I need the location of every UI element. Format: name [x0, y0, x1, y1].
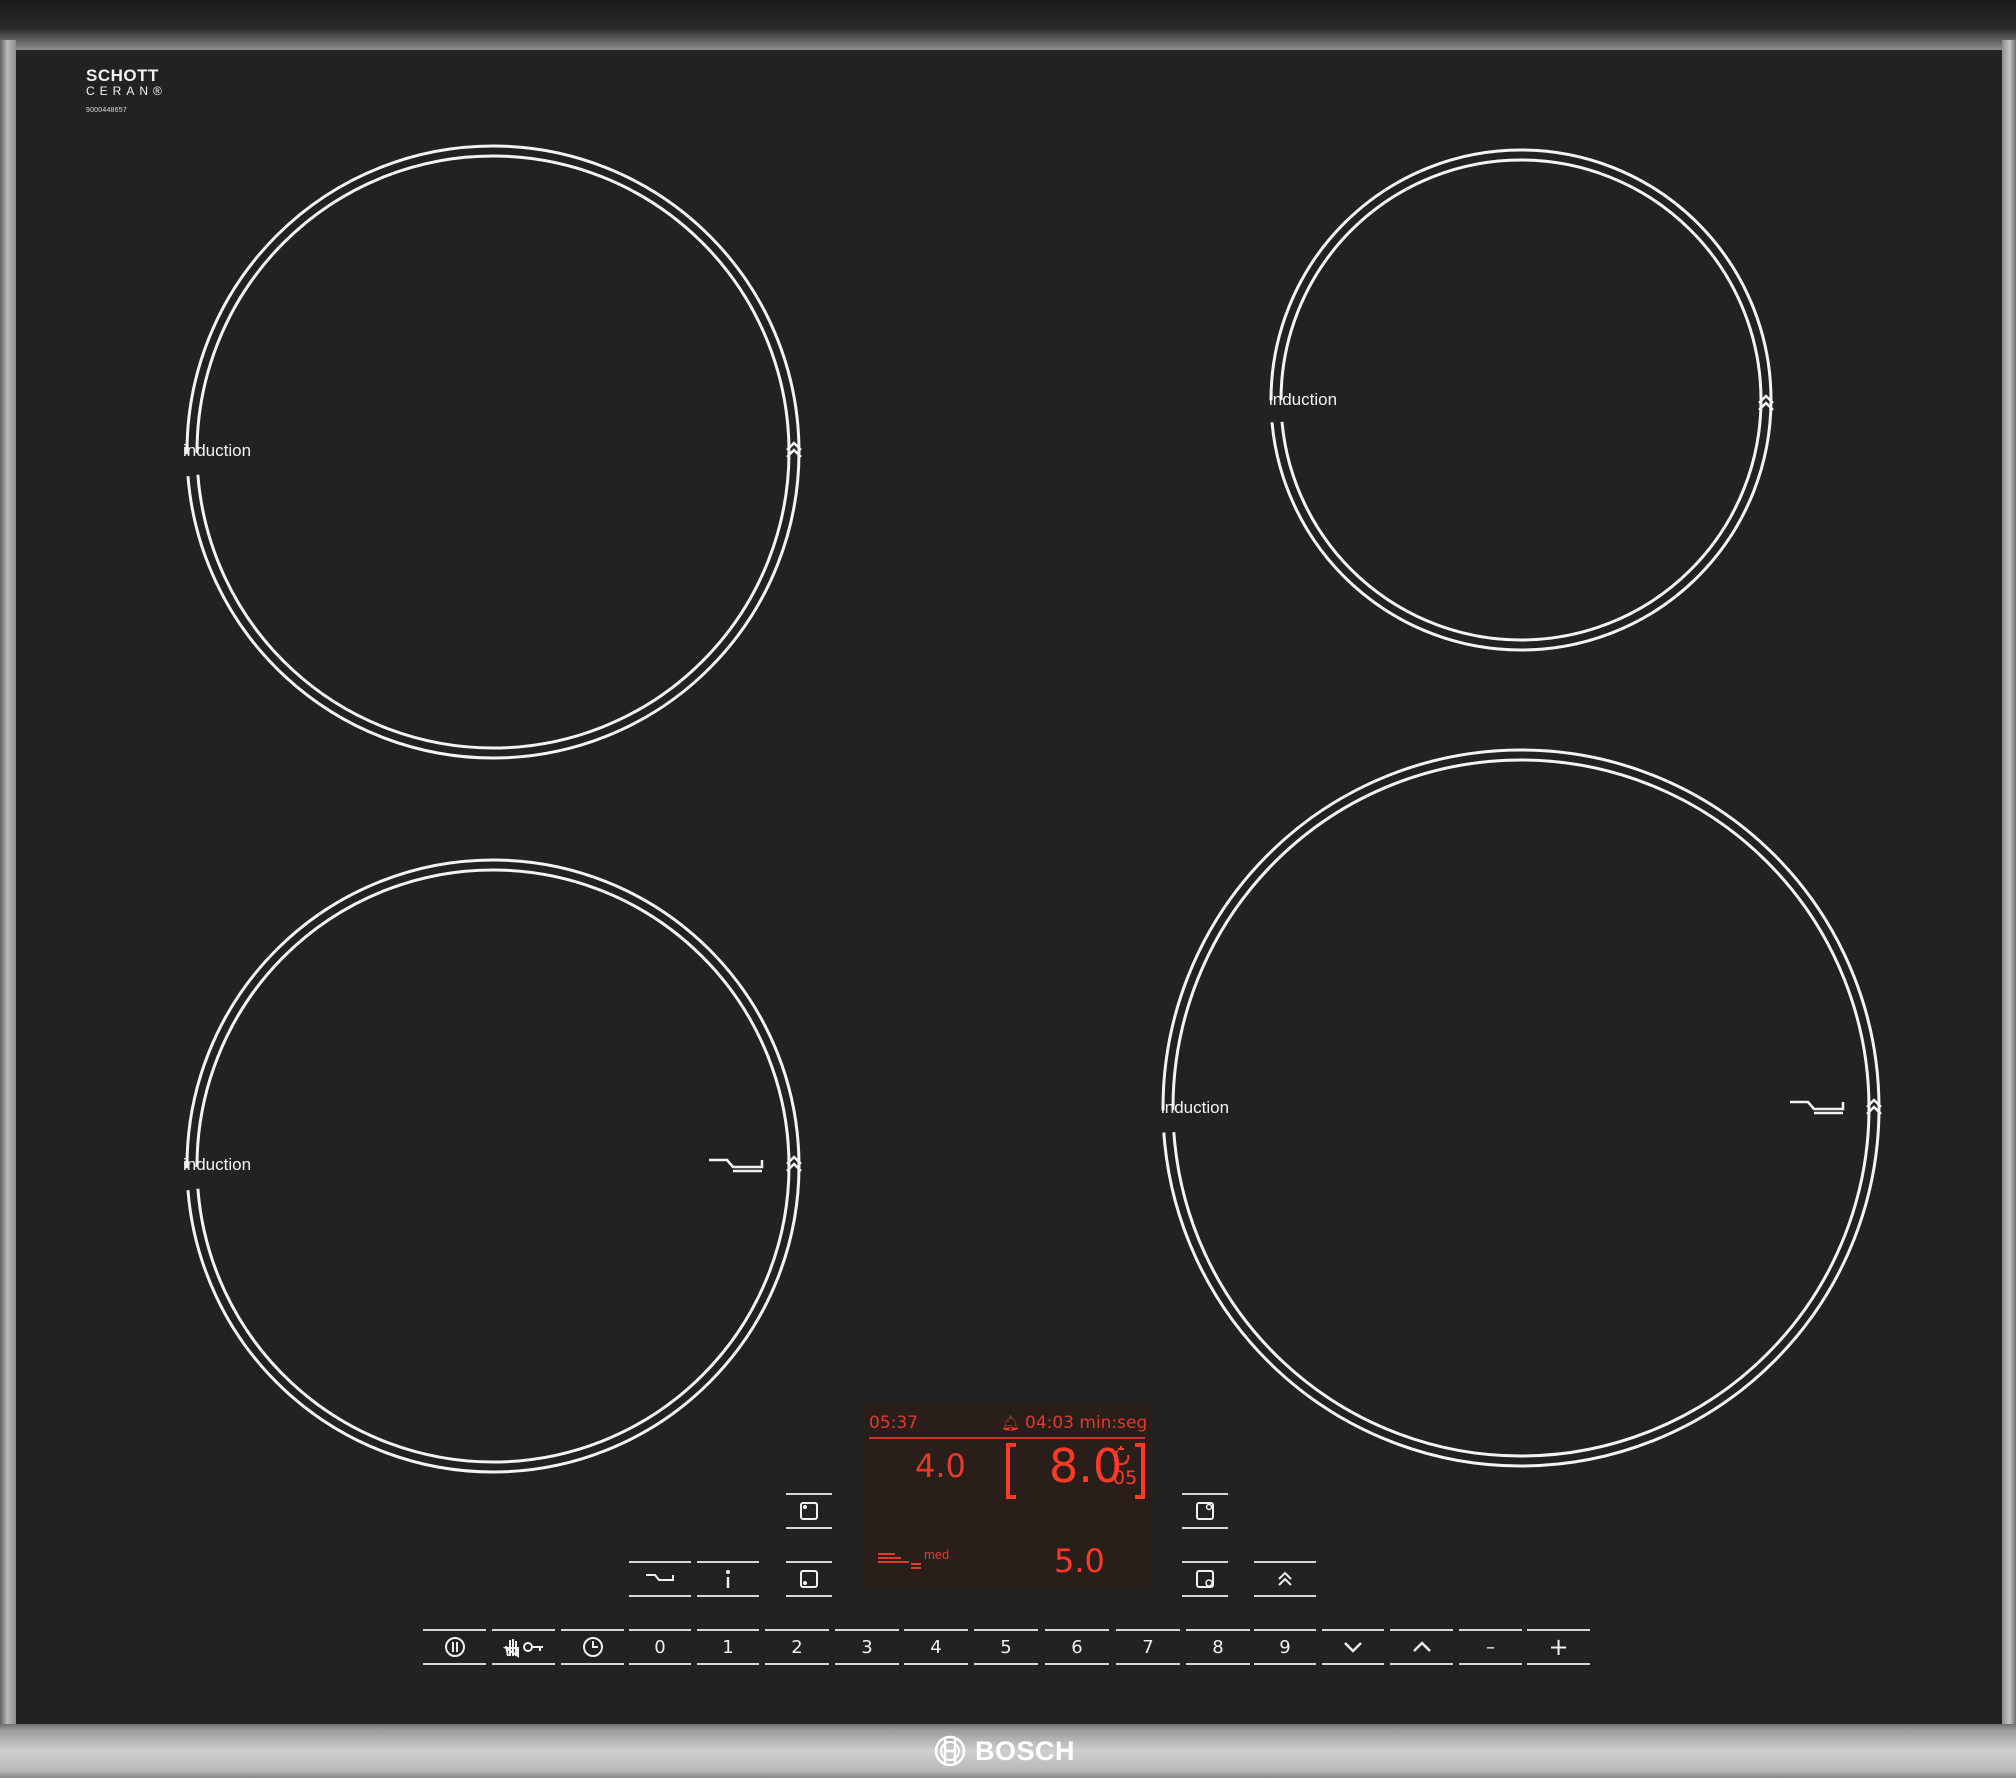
zone-back-left	[185, 144, 801, 760]
frying-sensor-icon	[709, 1158, 764, 1173]
zone-label: induction	[183, 441, 252, 460]
zone-front-right-icon	[1196, 1570, 1214, 1588]
control-display: 05:37 🔔︎ 04:03 min:seg 4.0 8.0 05 med 5.…	[863, 1405, 1151, 1587]
powerboost-icon	[1278, 1571, 1292, 1586]
zone-front-left	[185, 858, 801, 1474]
zone-back-left-icon	[800, 1502, 818, 1520]
chevron-up-icon	[1412, 1641, 1431, 1652]
timer-key[interactable]	[561, 1629, 624, 1665]
selected-zone-timer: 05	[1113, 1467, 1138, 1489]
powerboost-key[interactable]	[1254, 1561, 1316, 1597]
left-zone-level: 4.0	[915, 1447, 966, 1485]
selected-zone-level: 8.0	[1049, 1439, 1123, 1493]
digit-9-key[interactable]: 9	[1254, 1629, 1316, 1665]
frying-sensor-icon	[1790, 1100, 1845, 1115]
frying-pan-icon	[646, 1574, 674, 1581]
zone-back-right	[1269, 148, 1773, 652]
selection-bracket-left	[1006, 1443, 1016, 1499]
power-key[interactable]	[423, 1629, 486, 1665]
zone-label: induction	[1161, 1098, 1230, 1117]
bosch-armature-icon	[934, 1735, 966, 1767]
digit-4-key[interactable]: 4	[904, 1629, 968, 1665]
brand-logo: BOSCH	[934, 1733, 1075, 1769]
frying-sensor-key[interactable]	[629, 1561, 691, 1597]
clock-icon	[582, 1637, 603, 1657]
right-zone-level: 5.0	[1054, 1542, 1105, 1580]
selection-bracket-right	[1135, 1443, 1145, 1499]
digit-6-key[interactable]: 6	[1045, 1629, 1109, 1665]
zone-label: induction	[1269, 390, 1338, 409]
power-icon	[444, 1637, 465, 1657]
down-key[interactable]	[1322, 1629, 1384, 1665]
zone-front-left-icon	[800, 1570, 818, 1588]
digit-7-key[interactable]: 7	[1116, 1629, 1180, 1665]
hand-key-icon	[502, 1639, 543, 1658]
frying-level-text: med	[924, 1547, 950, 1562]
chevron-down-icon	[1344, 1642, 1362, 1653]
timer-readout: 04:03 min:seg	[1025, 1413, 1148, 1433]
digit-0-key[interactable]: 0	[629, 1629, 691, 1665]
select-front-right-zone-key[interactable]	[1182, 1561, 1228, 1597]
minus-key[interactable]: –	[1459, 1629, 1522, 1665]
digit-3-key[interactable]: 3	[835, 1629, 899, 1665]
brand-name: BOSCH	[975, 1735, 1076, 1766]
zone-front-right	[1161, 748, 1881, 1468]
digit-1-key[interactable]: 1	[697, 1629, 759, 1665]
digit-8-key[interactable]: 8	[1186, 1629, 1250, 1665]
bell-icon: 🔔︎	[1001, 1415, 1021, 1432]
up-key[interactable]	[1390, 1629, 1453, 1665]
clock-readout: 05:37	[869, 1413, 918, 1433]
childlock-key[interactable]	[492, 1629, 555, 1665]
info-key[interactable]	[697, 1561, 759, 1597]
select-front-left-zone-key[interactable]	[786, 1561, 832, 1597]
info-icon	[726, 1570, 730, 1588]
cooking-timer-icon	[1114, 1446, 1130, 1466]
select-back-right-zone-key[interactable]	[1182, 1493, 1228, 1529]
digit-2-key[interactable]: 2	[765, 1629, 829, 1665]
frying-pan-level-icon	[878, 1553, 921, 1569]
zone-label: induction	[183, 1155, 252, 1174]
select-back-left-zone-key[interactable]	[786, 1493, 832, 1529]
plus-key[interactable]: +	[1527, 1629, 1590, 1665]
zone-back-right-icon	[1196, 1502, 1214, 1520]
digit-5-key[interactable]: 5	[974, 1629, 1038, 1665]
